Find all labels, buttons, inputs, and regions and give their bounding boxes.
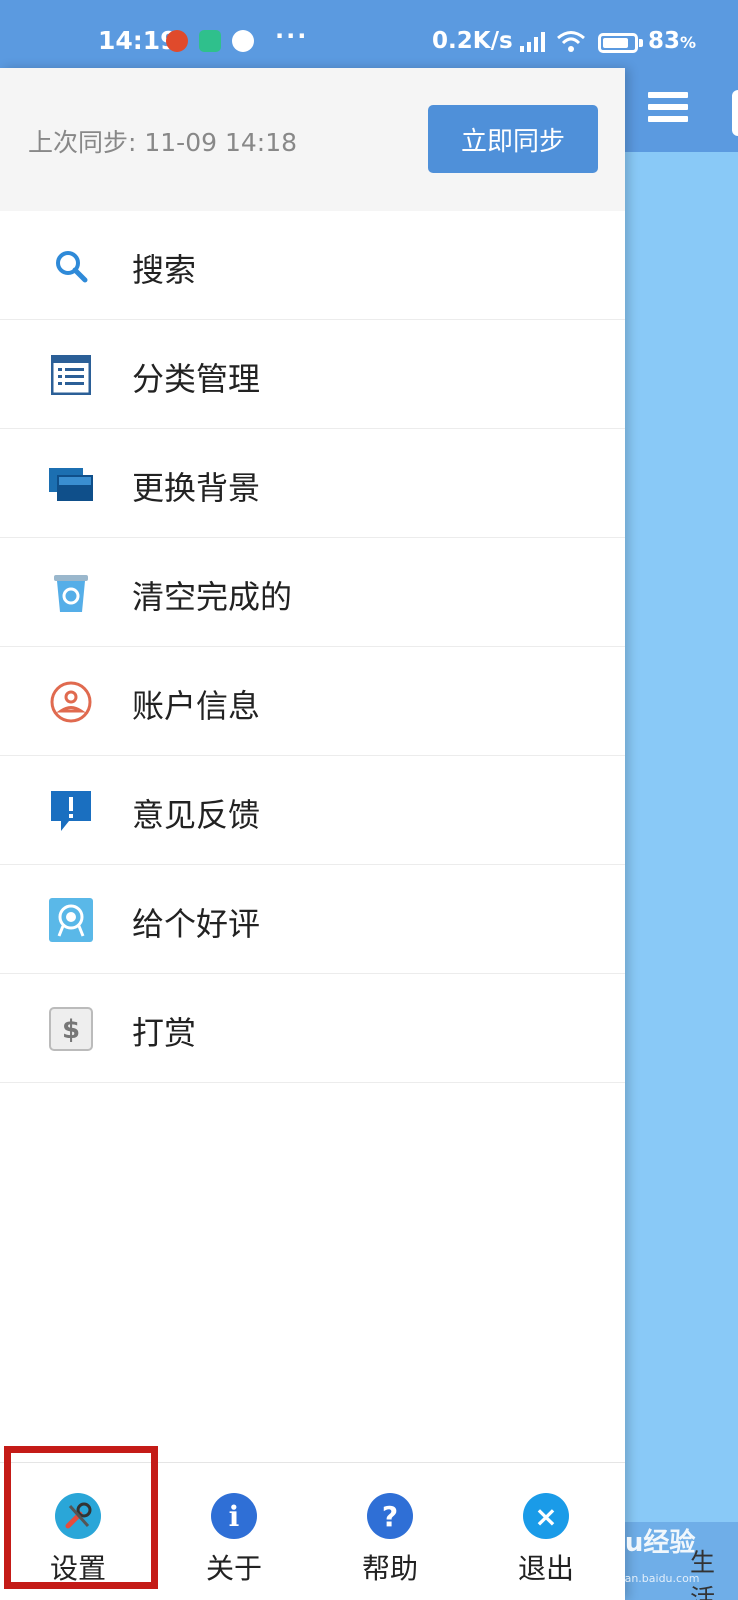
cloud-app-icon bbox=[232, 30, 254, 52]
signal-icon bbox=[520, 32, 545, 52]
battery-tip bbox=[639, 39, 643, 47]
battery-fill bbox=[603, 38, 628, 48]
menu-label: 更换背景 bbox=[132, 469, 261, 507]
battery-percent-unit: % bbox=[680, 33, 697, 52]
menu-item-rating[interactable]: 给个好评 bbox=[0, 865, 625, 974]
wifi-icon bbox=[557, 31, 585, 52]
help-button[interactable]: ? 帮助 bbox=[312, 1463, 468, 1600]
last-sync-text: 上次同步: 11-09 14:18 bbox=[28, 128, 298, 157]
dollar-icon: $ bbox=[48, 1006, 94, 1052]
notification-app-icon bbox=[166, 30, 188, 52]
menu-item-clear-completed[interactable]: 清空完成的 bbox=[0, 538, 625, 647]
search-icon bbox=[48, 243, 94, 289]
menu-item-feedback[interactable]: 意见反馈 bbox=[0, 756, 625, 865]
help-icon: ? bbox=[367, 1493, 413, 1539]
background-icon bbox=[48, 461, 94, 507]
highlight-annotation bbox=[4, 1446, 158, 1589]
network-speed: 0.2K/s bbox=[432, 28, 513, 54]
background-app-field bbox=[732, 90, 738, 136]
recycle-bin-icon bbox=[48, 570, 94, 616]
about-label: 关于 bbox=[205, 1552, 262, 1585]
sync-now-button[interactable]: 立即同步 bbox=[428, 105, 598, 173]
menu-label: 给个好评 bbox=[132, 905, 261, 943]
menu-item-tip[interactable]: $ 打赏 bbox=[0, 974, 625, 1083]
list-icon bbox=[48, 352, 94, 398]
baidu-watermark: Baidu经验 bbox=[560, 1528, 696, 1558]
menu-item-category[interactable]: 分类管理 bbox=[0, 320, 625, 429]
menu-item-change-background[interactable]: 更换背景 bbox=[0, 429, 625, 538]
rating-icon bbox=[48, 897, 94, 943]
info-icon: i bbox=[211, 1493, 257, 1539]
menu-label: 清空完成的 bbox=[132, 578, 293, 616]
feedback-icon bbox=[48, 788, 94, 834]
more-notifications-icon: ··· bbox=[275, 22, 309, 50]
menu-label: 搜索 bbox=[132, 251, 197, 289]
battery-percent: 83% bbox=[648, 28, 696, 54]
menu-label: 打赏 bbox=[132, 1014, 197, 1052]
battery-icon bbox=[598, 33, 638, 53]
shield-icon bbox=[199, 30, 221, 52]
status-bar: 14:19 ··· 0.2K/s 83% bbox=[0, 0, 738, 68]
menu-list: 搜索 分类管理 更换背景 清空完成的 账户信息 意见反馈 给个好评 $ 打赏 bbox=[0, 211, 625, 1083]
battery-percent-value: 83 bbox=[648, 28, 681, 54]
about-button[interactable]: i 关于 bbox=[156, 1463, 312, 1600]
baidu-watermark-url: jingyan.baidu.com bbox=[598, 1572, 700, 1585]
hamburger-menu-icon[interactable] bbox=[648, 92, 688, 126]
account-icon bbox=[48, 679, 94, 725]
menu-label: 账户信息 bbox=[132, 687, 261, 725]
menu-item-account[interactable]: 账户信息 bbox=[0, 647, 625, 756]
menu-label: 意见反馈 bbox=[132, 796, 261, 834]
help-label: 帮助 bbox=[361, 1552, 418, 1585]
sync-header: 上次同步: 11-09 14:18 立即同步 bbox=[0, 68, 625, 211]
menu-item-search[interactable]: 搜索 bbox=[0, 211, 625, 320]
menu-label: 分类管理 bbox=[132, 360, 261, 398]
svg-text:$: $ bbox=[62, 1015, 80, 1045]
navigation-drawer: 上次同步: 11-09 14:18 立即同步 搜索 分类管理 更换背景 清空完成… bbox=[0, 68, 625, 1600]
